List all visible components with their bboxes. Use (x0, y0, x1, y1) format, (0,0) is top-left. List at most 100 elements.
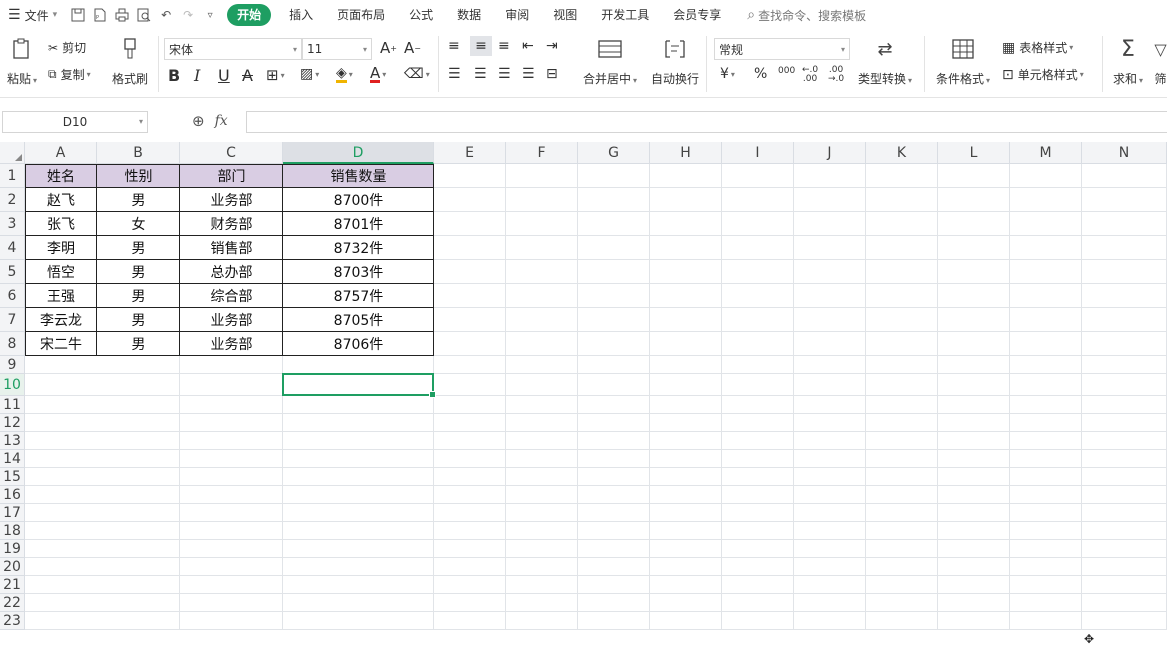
table-cell[interactable]: 总办部 (180, 260, 283, 284)
table-cell[interactable]: 女 (97, 212, 180, 236)
row-header-9[interactable]: 9 (0, 356, 25, 374)
justify-icon[interactable]: ☰ (522, 66, 535, 82)
table-cell[interactable]: 李明 (25, 236, 97, 260)
table-cell[interactable]: 销售部 (180, 236, 283, 260)
row-header-3[interactable]: 3 (0, 212, 25, 236)
paste-button[interactable]: 粘贴 ▾ (6, 36, 38, 87)
column-header-e[interactable]: E (434, 142, 506, 164)
column-header-a[interactable]: A (25, 142, 97, 164)
table-cell[interactable]: 男 (97, 260, 180, 284)
increase-font-icon[interactable]: A + (380, 39, 397, 57)
strikethrough-button[interactable]: A (242, 66, 253, 85)
column-header-n[interactable]: N (1082, 142, 1167, 164)
table-header-cell[interactable]: 销售数量 (283, 164, 434, 188)
table-cell[interactable]: 业务部 (180, 188, 283, 212)
command-search[interactable]: ⌕ 查找命令、搜索模板 (747, 7, 866, 24)
table-cell[interactable]: 男 (97, 332, 180, 356)
align-middle-icon[interactable]: ≡ (470, 36, 492, 56)
underline-button[interactable]: U (218, 66, 230, 85)
tab-review[interactable]: 审阅 (505, 0, 529, 30)
column-header-c[interactable]: C (180, 142, 283, 164)
align-center-icon[interactable]: ☰ (474, 66, 487, 82)
tab-view[interactable]: 视图 (553, 0, 577, 30)
copy-button[interactable]: ⧉ 复制 ▾ (48, 66, 91, 83)
table-cell[interactable]: 张飞 (25, 212, 97, 236)
row-header-11[interactable]: 11 (0, 396, 25, 414)
number-format-select[interactable]: 常规 ▾ (714, 38, 850, 60)
font-color-button[interactable]: A ▾ (370, 66, 386, 83)
row-header-19[interactable]: 19 (0, 540, 25, 558)
bold-button[interactable]: B (168, 66, 180, 85)
table-cell[interactable]: 8757件 (283, 284, 434, 308)
outdent-icon[interactable]: ⇤ (522, 38, 534, 54)
tab-member[interactable]: 会员专享 (673, 0, 721, 30)
column-header-d[interactable]: D (283, 142, 434, 164)
tab-data[interactable]: 数据 (457, 0, 481, 30)
column-header-g[interactable]: G (578, 142, 650, 164)
active-cell-selection[interactable] (282, 373, 436, 398)
column-header-k[interactable]: K (866, 142, 938, 164)
table-cell[interactable]: 赵飞 (25, 188, 97, 212)
row-header-21[interactable]: 21 (0, 576, 25, 594)
currency-button[interactable]: ¥ ▾ (720, 66, 735, 82)
table-cell[interactable]: 财务部 (180, 212, 283, 236)
row-header-12[interactable]: 12 (0, 414, 25, 432)
distributed-icon[interactable]: ⊟ (546, 66, 558, 82)
percent-button[interactable]: % (754, 66, 767, 82)
italic-button[interactable]: I (194, 66, 200, 85)
column-header-b[interactable]: B (97, 142, 180, 164)
align-bottom-icon[interactable]: ≡ (498, 38, 510, 54)
fx-icon[interactable]: fx (215, 113, 228, 129)
row-header-14[interactable]: 14 (0, 450, 25, 468)
table-header-cell[interactable]: 性别 (97, 164, 180, 188)
column-header-i[interactable]: I (722, 142, 794, 164)
decrease-font-icon[interactable]: A − (404, 39, 421, 57)
table-style-button[interactable]: ▦ 表格样式 ▾ (1002, 39, 1073, 56)
column-header-h[interactable]: H (650, 142, 722, 164)
row-header-7[interactable]: 7 (0, 308, 25, 332)
row-header-16[interactable]: 16 (0, 486, 25, 504)
name-box[interactable]: D10 ▾ (2, 111, 148, 133)
table-cell[interactable]: 男 (97, 188, 180, 212)
undo-icon[interactable]: ↶ (155, 4, 177, 26)
table-cell[interactable]: 8705件 (283, 308, 434, 332)
row-header-13[interactable]: 13 (0, 432, 25, 450)
row-header-22[interactable]: 22 (0, 594, 25, 612)
table-cell[interactable]: 宋二牛 (25, 332, 97, 356)
zoom-search-icon[interactable]: ⊕ (192, 112, 205, 130)
row-header-6[interactable]: 6 (0, 284, 25, 308)
column-header-j[interactable]: J (794, 142, 866, 164)
align-left-icon[interactable]: ☰ (448, 66, 461, 82)
table-cell[interactable]: 8732件 (283, 236, 434, 260)
row-header-2[interactable]: 2 (0, 188, 25, 212)
select-all-corner[interactable] (0, 142, 25, 164)
align-top-icon[interactable]: ≡ (448, 38, 460, 54)
redo-icon[interactable]: ↷ (177, 4, 199, 26)
row-header-23[interactable]: 23 (0, 612, 25, 630)
indent-icon[interactable]: ⇥ (546, 38, 558, 54)
spreadsheet-grid[interactable]: A B C D E F G H I J K L M N 1 2 3 4 5 6 7 8 9 10 11 12 13 14 15 16 17 1… (0, 142, 1167, 642)
table-cell[interactable]: 男 (97, 236, 180, 260)
table-cell[interactable]: 王强 (25, 284, 97, 308)
row-header-5[interactable]: 5 (0, 260, 25, 284)
merge-center-button[interactable]: 合并居中 ▾ (580, 36, 640, 87)
type-convert-button[interactable]: ⇄ 类型转换 ▾ (856, 36, 914, 87)
cell-style-button[interactable]: ⊡ 单元格样式 ▾ (1002, 66, 1084, 83)
tab-page-layout[interactable]: 页面布局 (337, 0, 385, 30)
tab-developer[interactable]: 开发工具 (601, 0, 649, 30)
column-header-m[interactable]: M (1010, 142, 1082, 164)
table-cell[interactable]: 业务部 (180, 308, 283, 332)
row-header-20[interactable]: 20 (0, 558, 25, 576)
print-icon[interactable] (111, 4, 133, 26)
row-header-15[interactable]: 15 (0, 468, 25, 486)
more-chevron-icon[interactable]: ▿ (199, 4, 221, 26)
tab-formulas[interactable]: 公式 (409, 0, 433, 30)
row-header-10[interactable]: 10 (0, 374, 25, 396)
row-header-8[interactable]: 8 (0, 332, 25, 356)
formula-input[interactable] (246, 111, 1167, 133)
thousands-button[interactable]: 000 (778, 66, 795, 76)
table-cell[interactable]: 业务部 (180, 332, 283, 356)
table-cell[interactable]: 8706件 (283, 332, 434, 356)
align-right-icon[interactable]: ☰ (498, 66, 511, 82)
table-header-cell[interactable]: 部门 (180, 164, 283, 188)
